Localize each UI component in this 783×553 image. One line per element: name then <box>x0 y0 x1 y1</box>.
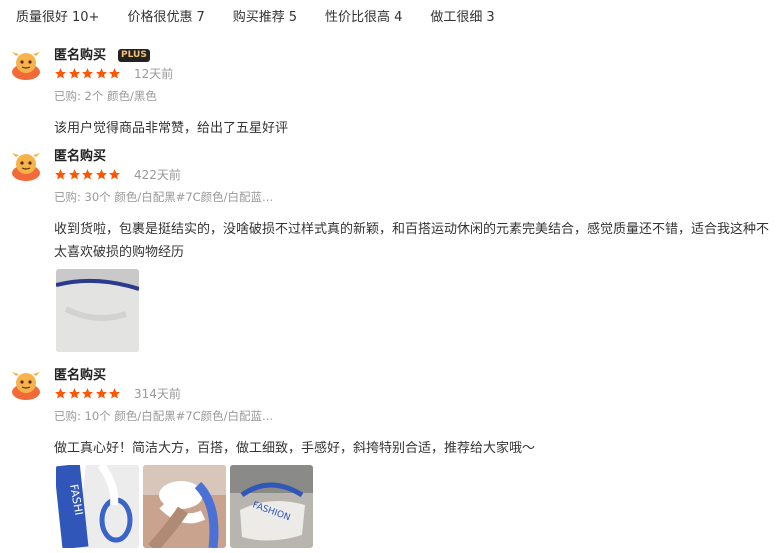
review-tag[interactable]: 做工很细 3 <box>430 8 494 28</box>
star-icon <box>108 67 121 80</box>
avatar <box>10 48 42 80</box>
star-icon <box>54 387 67 400</box>
review-photo-knot[interactable] <box>143 465 226 548</box>
review-tag[interactable]: 性价比很高 4 <box>325 8 402 28</box>
purchase-info: 已购: 10个 颜色/白配黑#7C颜色/白配蓝... <box>54 409 274 423</box>
star-icon <box>81 67 94 80</box>
review-tag-bar: 质量很好 10+ 价格很优惠 7 购买推荐 5 性价比很高 4 做工很细 3 <box>0 8 507 28</box>
star-icon <box>68 67 81 80</box>
avatar <box>10 368 42 400</box>
star-icon <box>95 387 108 400</box>
review-text: 该用户觉得商品非常赞，给出了五星好评 <box>54 121 289 136</box>
review-photos: FASHI FASHION <box>56 465 317 548</box>
review-text: 做工真心好！简洁大方，百搭，做工细致，手感好，斜挎特别合适，推荐给大家哦～ <box>54 441 536 456</box>
avatar <box>10 149 42 181</box>
review-tag[interactable]: 购买推荐 5 <box>233 8 297 28</box>
star-icon <box>108 168 121 181</box>
star-rating <box>54 387 122 400</box>
star-icon <box>95 67 108 80</box>
purchase-info: 已购: 30个 颜色/白配黑#7C颜色/白配蓝... <box>54 190 274 204</box>
star-icon <box>68 168 81 181</box>
star-icon <box>54 168 67 181</box>
review-tag[interactable]: 价格很优惠 7 <box>127 8 204 28</box>
review-photos <box>56 269 143 352</box>
star-icon <box>95 168 108 181</box>
review-time: 12天前 <box>134 67 174 81</box>
review-time: 422天前 <box>134 168 181 182</box>
review-photo-strap[interactable]: FASHI <box>56 465 139 548</box>
star-icon <box>68 387 81 400</box>
review-time: 314天前 <box>134 387 181 401</box>
review-item: 匿名购买 422天前 已购: 30个 颜色/白配黑#7C颜色/白配蓝... 收到… <box>10 149 780 359</box>
star-icon <box>108 387 121 400</box>
reviewer-name: 匿名购买 <box>54 368 107 383</box>
reviewer-name: 匿名购买 <box>54 48 107 63</box>
review-photo-bag[interactable]: FASHION <box>230 465 313 548</box>
plus-badge: PLUS <box>118 49 150 62</box>
purchase-info: 已购: 2个 颜色/黑色 <box>54 89 157 103</box>
review-tag[interactable]: 质量很好 10+ <box>16 8 99 28</box>
review-item: 匿名购买 314天前 已购: 10个 颜色/白配黑#7C颜色/白配蓝... 做工… <box>10 368 780 553</box>
star-rating <box>54 67 122 80</box>
star-icon <box>81 387 94 400</box>
review-text: 收到货啦，包裹是挺结实的，没啥破损不过样式真的新颖，和百搭运动休闲的元素完美结合… <box>54 222 770 260</box>
reviewer-name: 匿名购买 <box>54 149 107 164</box>
review-photo-bag[interactable] <box>56 269 139 352</box>
star-icon <box>54 67 67 80</box>
star-rating <box>54 168 122 181</box>
review-item: 匿名购买 PLUS 12天前 已购: 2个 颜色/黑色 该用户觉得商品非常赞，给… <box>10 48 780 143</box>
star-icon <box>81 168 94 181</box>
